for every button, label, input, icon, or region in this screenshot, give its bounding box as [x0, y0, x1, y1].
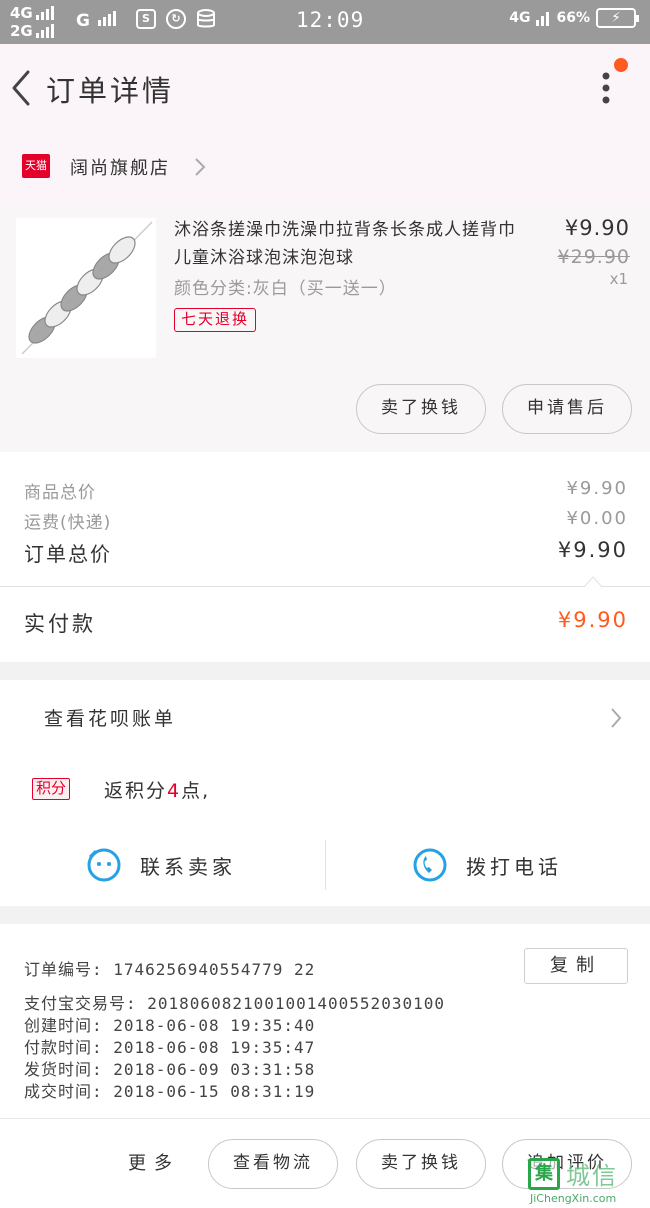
caret-up-icon: [584, 576, 602, 587]
battery-percent: 66%: [556, 10, 590, 26]
alipay-trade-number: 支付宝交易号: 2018060821001001400552030100: [24, 994, 445, 1013]
order-total-value: ¥9.90: [557, 538, 628, 562]
network-type-right: 4G: [509, 10, 531, 26]
tmall-badge: 天猫: [22, 154, 50, 178]
store-name: 阔尚旗舰店: [70, 158, 170, 179]
product-original-price: ¥29.90: [557, 246, 630, 268]
goods-total-value: ¥9.90: [566, 478, 628, 499]
sell-swap-button-bottom[interactable]: 卖了换钱: [356, 1139, 486, 1189]
more-button[interactable]: 更多: [128, 1149, 180, 1175]
status-right: 4G 66% ⚡: [509, 8, 639, 28]
chevron-right-icon: [195, 158, 206, 176]
paid-label: 实付款: [24, 612, 96, 636]
watermark-logo: 集: [528, 1158, 560, 1190]
database-icon: [197, 9, 215, 28]
network-type-bottom: 2G: [10, 22, 33, 40]
paid-row: 实付款 ¥9.90: [24, 608, 628, 638]
points-text: 返积分4点,: [104, 780, 211, 802]
clock: 12:09: [296, 8, 365, 32]
notification-icons: S ↻: [136, 9, 216, 29]
chat-face-icon: [87, 848, 121, 882]
contact-row: 联系卖家 拨打电话: [0, 840, 650, 890]
copy-button[interactable]: 复制: [524, 948, 628, 984]
completed-time: 成交时间: 2018-06-15 08:31:19: [24, 1082, 316, 1101]
product-sku: 颜色分类:灰白（买一送一）: [174, 279, 397, 299]
points-number: 4: [167, 780, 182, 802]
product-image[interactable]: [16, 218, 156, 358]
site-watermark: 集 城信 JiChengXin.com: [528, 1158, 650, 1208]
shipping-value: ¥0.00: [566, 508, 628, 529]
divider: [0, 586, 650, 587]
sell-swap-button[interactable]: 卖了换钱: [356, 384, 486, 434]
huabei-bill-label: 查看花呗账单: [44, 708, 177, 730]
sim-icon: S: [136, 9, 156, 29]
after-sale-button[interactable]: 申请售后: [502, 384, 632, 434]
call-phone-label: 拨打电话: [466, 854, 562, 879]
divider: [325, 840, 326, 890]
notification-dot: [614, 58, 628, 72]
page-title: 订单详情: [46, 74, 175, 108]
paid-time: 付款时间: 2018-06-08 19:35:47: [24, 1038, 316, 1057]
phone-icon: [413, 848, 447, 882]
product-title[interactable]: 沐浴条搓澡巾洗澡巾拉背条长条成人搓背巾儿童沐浴球泡沫泡泡球: [174, 216, 526, 272]
item-card[interactable]: 沐浴条搓澡巾洗澡巾拉背条长条成人搓背巾儿童沐浴球泡沫泡泡球 颜色分类:灰白（买一…: [0, 204, 650, 452]
signal-bars-icon: [35, 6, 54, 20]
goods-total-row: 商品总价 ¥9.90: [24, 478, 628, 503]
back-arrow-icon[interactable]: [8, 68, 38, 108]
battery-icon: ⚡: [596, 8, 639, 28]
view-logistics-button[interactable]: 查看物流: [208, 1139, 338, 1189]
shipping-label: 运费(快递): [24, 513, 112, 533]
shipped-time: 发货时间: 2018-06-09 03:31:58: [24, 1060, 316, 1079]
watermark-text: 城信: [566, 1162, 618, 1190]
network-type-top: 4G: [10, 4, 33, 22]
call-phone-button[interactable]: 拨打电话: [412, 840, 562, 890]
status-bar: 4G 2G G S ↻ 12:09 4G 66% ⚡: [0, 0, 650, 44]
price-summary: 商品总价 ¥9.90 运费(快递) ¥0.00 订单总价 ¥9.90 实付款 ¥…: [0, 452, 650, 662]
huabei-bill-row[interactable]: 查看花呗账单: [0, 680, 650, 756]
paid-value: ¥9.90: [557, 608, 628, 632]
points-badge: 积分: [32, 778, 71, 800]
credit-card: 查看花呗账单 积分 返积分4点, 联系卖家 拨打电话: [0, 680, 650, 906]
signal-indicators: 4G 2G: [10, 4, 56, 40]
signal-bars-icon: [35, 24, 54, 38]
sync-icon: ↻: [166, 9, 186, 29]
bath-scrubber-image: [21, 221, 153, 355]
product-quantity: x1: [609, 270, 628, 288]
store-row[interactable]: 天猫 阔尚旗舰店: [0, 132, 650, 204]
created-time: 创建时间: 2018-06-08 19:35:40: [24, 1016, 316, 1035]
contact-seller-label: 联系卖家: [140, 854, 236, 879]
network-g: G: [76, 10, 118, 31]
shipping-row: 运费(快递) ¥0.00: [24, 508, 628, 533]
product-price: ¥9.90: [564, 216, 630, 240]
signal-bars-icon: [536, 12, 550, 26]
order-total-label: 订单总价: [24, 542, 112, 566]
signal-bars-icon: [97, 11, 116, 26]
order-total-row: 订单总价 ¥9.90: [24, 538, 628, 567]
watermark-domain: JiChengXin.com: [530, 1192, 617, 1205]
seven-day-return-tag: 七天退换: [174, 308, 257, 332]
more-vertical-icon[interactable]: [596, 68, 616, 108]
goods-total-label: 商品总价: [24, 483, 96, 503]
chevron-right-icon: [611, 708, 622, 728]
order-info: 订单编号: 1746256940554779 22 复制 支付宝交易号: 201…: [0, 924, 650, 1118]
contact-seller-button[interactable]: 联系卖家: [86, 840, 236, 890]
nav-bar: 订单详情: [0, 44, 650, 132]
order-number: 订单编号: 1746256940554779 22: [24, 960, 316, 979]
